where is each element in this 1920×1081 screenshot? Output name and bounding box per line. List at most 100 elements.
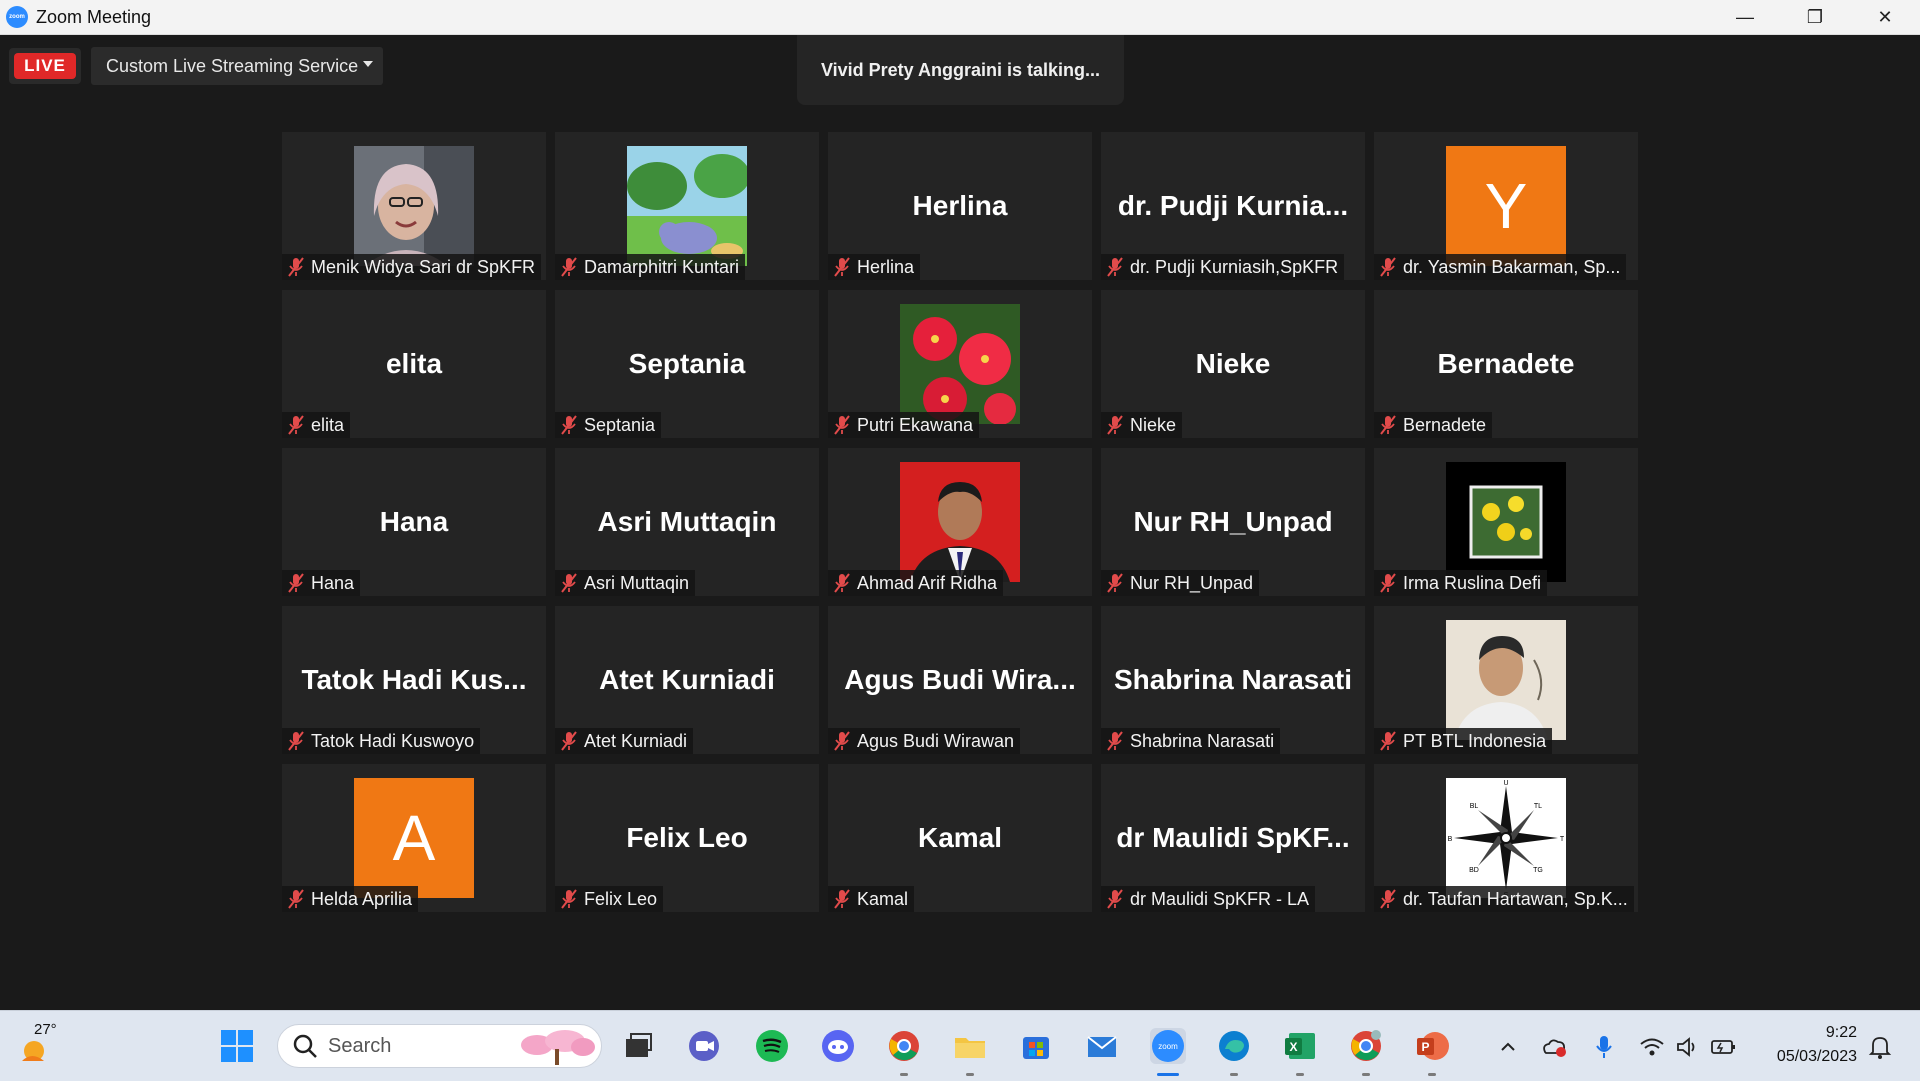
svg-text:B: B	[1448, 836, 1453, 843]
participant-tile[interactable]: Ydr. Yasmin Bakarman, Sp...	[1374, 132, 1638, 280]
avatar-photo-yellow-flower	[1446, 462, 1566, 582]
taskbar-file-explorer[interactable]	[952, 1028, 988, 1076]
participant-tile[interactable]: A Helda Aprilia	[282, 764, 546, 912]
participant-tile[interactable]: dr Maulidi SpKF... dr Maulidi SpKFR - LA	[1101, 764, 1365, 912]
muted-mic-icon	[1107, 573, 1123, 593]
muted-mic-icon	[834, 889, 850, 909]
avatar-compass-rose: UTLTTGSBDBBL	[1446, 778, 1566, 898]
running-indicator	[1230, 1073, 1238, 1076]
taskbar-edge[interactable]	[1216, 1028, 1252, 1076]
muted-mic-icon	[834, 415, 850, 435]
live-badge[interactable]: LIVE	[9, 48, 81, 84]
task-view-button[interactable]	[620, 1028, 656, 1064]
participant-tile[interactable]: Putri Ekawana	[828, 290, 1092, 438]
participant-tile[interactable]: Tatok Hadi Kus... Tatok Hadi Kuswoyo	[282, 606, 546, 754]
taskbar-mail[interactable]	[1084, 1028, 1120, 1064]
taskbar-zoom[interactable]: zoom	[1150, 1028, 1186, 1076]
participant-name-label: Ahmad Arif Ridha	[828, 570, 1004, 596]
participant-name: Kamal	[857, 888, 909, 909]
muted-mic-icon	[561, 257, 577, 277]
participant-name-label: Agus Budi Wirawan	[828, 728, 1021, 754]
participant-name: Septania	[584, 414, 656, 435]
stream-service-dropdown[interactable]: Custom Live Streaming Service	[91, 47, 383, 85]
muted-mic-icon	[561, 731, 577, 751]
participant-tile[interactable]: Nur RH_Unpad Nur RH_Unpad	[1101, 448, 1365, 596]
participant-name: Agus Budi Wirawan	[857, 730, 1015, 751]
participant-tile[interactable]: Felix Leo Felix Leo	[555, 764, 819, 912]
tray-microphone[interactable]	[1590, 1033, 1618, 1061]
participant-tile[interactable]: Irma Ruslina Defi	[1374, 448, 1638, 596]
muted-mic-icon	[834, 731, 850, 751]
notification-button[interactable]	[1866, 1033, 1894, 1061]
participant-name: dr. Yasmin Bakarman, Sp...	[1403, 256, 1621, 277]
muted-mic-icon	[1380, 889, 1396, 909]
caret-down-icon	[363, 61, 373, 67]
cherry-blossom-icon	[521, 1030, 595, 1065]
participant-tile[interactable]: Shabrina Narasati Shabrina Narasati	[1101, 606, 1365, 754]
mail-icon	[1087, 1036, 1117, 1057]
start-button[interactable]	[219, 1028, 255, 1064]
taskbar-powerpoint[interactable]: P	[1414, 1028, 1450, 1076]
participant-name: Felix Leo	[584, 888, 658, 909]
participant-tile[interactable]: dr. Pudji Kurnia... dr. Pudji Kurniasih,S…	[1101, 132, 1365, 280]
taskbar-chrome-profile[interactable]	[1348, 1028, 1384, 1076]
muted-mic-icon	[1380, 415, 1396, 435]
tray-wifi[interactable]	[1638, 1033, 1666, 1061]
participant-tile[interactable]: Herlina Herlina	[828, 132, 1092, 280]
participant-tile[interactable]: PT BTL Indonesia	[1374, 606, 1638, 754]
avatar-photo-man	[1446, 620, 1566, 740]
participant-name: Irma Ruslina Defi	[1403, 572, 1542, 593]
participant-name-label: Putri Ekawana	[828, 412, 980, 438]
taskbar-store[interactable]	[1018, 1028, 1054, 1064]
participant-tile[interactable]: Septania Septania	[555, 290, 819, 438]
window-title-bar: zoom Zoom Meeting — ❐ ✕	[0, 0, 1920, 35]
tray-volume[interactable]	[1674, 1033, 1702, 1061]
participant-name-label: Irma Ruslina Defi	[1374, 570, 1548, 596]
svg-text:U: U	[1503, 780, 1508, 787]
tray-clock[interactable]: 9:22 05/03/2023	[1761, 1021, 1857, 1069]
participant-name-label: Shabrina Narasati	[1101, 728, 1281, 754]
participant-tile[interactable]: elita elita	[282, 290, 546, 438]
tray-onedrive[interactable]	[1540, 1033, 1568, 1061]
active-indicator	[1157, 1073, 1179, 1076]
muted-mic-icon	[288, 731, 304, 751]
avatar-photo-flower	[900, 304, 1020, 424]
participant-tile[interactable]: Atet Kurniadi Atet Kurniadi	[555, 606, 819, 754]
muted-mic-icon	[834, 257, 850, 277]
participant-tile[interactable]: Kamal Kamal	[828, 764, 1092, 912]
participant-tile[interactable]: Ahmad Arif Ridha	[828, 448, 1092, 596]
taskbar-search[interactable]: Search	[277, 1024, 602, 1068]
close-button[interactable]: ✕	[1850, 0, 1920, 34]
participant-tile[interactable]: UTLTTGSBDBBLdr. Taufan Hartawan, Sp.K...	[1374, 764, 1638, 912]
svg-text:X: X	[1289, 1040, 1297, 1054]
weather-temperature: 27°	[34, 1021, 57, 1038]
taskbar-spotify[interactable]	[754, 1028, 790, 1064]
participant-tile[interactable]: Nieke Nieke	[1101, 290, 1365, 438]
participant-name-label: Asri Muttaqin	[555, 570, 696, 596]
muted-mic-icon	[1107, 889, 1123, 909]
participant-tile[interactable]: Agus Budi Wira... Agus Budi Wirawan	[828, 606, 1092, 754]
participant-tile[interactable]: Asri Muttaqin Asri Muttaqin	[555, 448, 819, 596]
participant-tile[interactable]: Menik Widya Sari dr SpKFR	[282, 132, 546, 280]
battery-icon	[1711, 1040, 1735, 1054]
participant-name-label: dr. Yasmin Bakarman, Sp...	[1374, 254, 1627, 280]
participant-initial-avatar: Y	[1446, 146, 1566, 266]
tray-overflow-button[interactable]	[1494, 1033, 1522, 1061]
taskbar-meet-app[interactable]	[686, 1028, 722, 1064]
restore-button[interactable]: ❐	[1780, 0, 1850, 34]
window-title: Zoom Meeting	[36, 6, 152, 27]
participant-name-label: Tatok Hadi Kuswoyo	[282, 728, 481, 754]
running-indicator	[1428, 1073, 1436, 1076]
participant-tile[interactable]: Bernadete Bernadete	[1374, 290, 1638, 438]
participant-name-label: Nieke	[1101, 412, 1183, 438]
taskbar-chrome[interactable]	[886, 1028, 922, 1076]
muted-mic-icon	[1380, 573, 1396, 593]
participant-name: Helda Aprilia	[311, 888, 413, 909]
taskbar-excel[interactable]: X	[1282, 1028, 1318, 1076]
minimize-button[interactable]: —	[1710, 0, 1780, 34]
participant-tile[interactable]: Damarphitri Kuntari	[555, 132, 819, 280]
participant-tile[interactable]: Hana Hana	[282, 448, 546, 596]
tray-battery[interactable]	[1710, 1033, 1738, 1061]
participant-name-label: dr. Taufan Hartawan, Sp.K...	[1374, 886, 1634, 912]
taskbar-discord[interactable]	[820, 1028, 856, 1064]
